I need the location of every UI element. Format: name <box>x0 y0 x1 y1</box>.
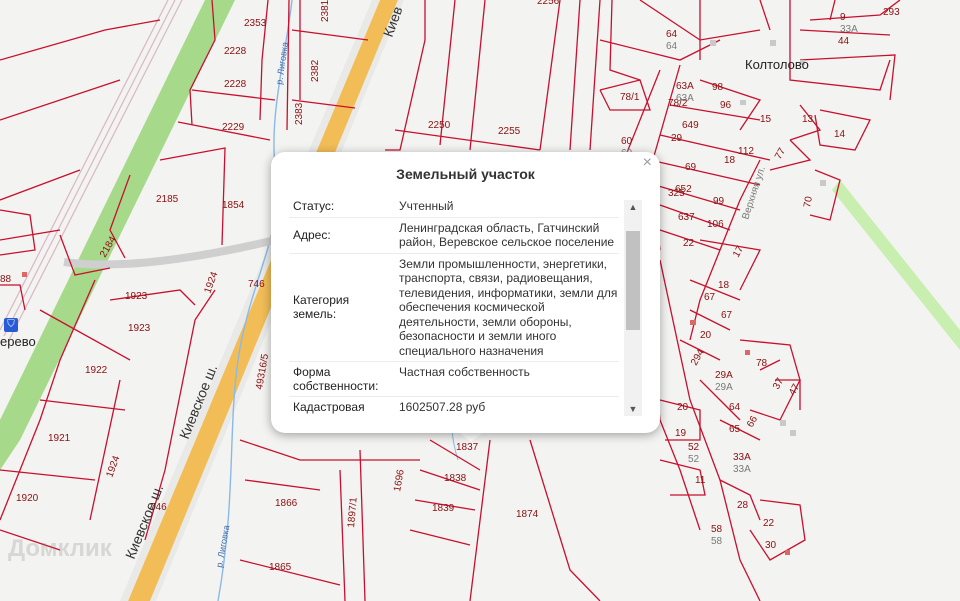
plot-number-label[interactable]: 22 <box>683 238 695 249</box>
plot-number-label[interactable]: 29А <box>715 370 733 381</box>
info-key-status: Статус: <box>293 199 335 214</box>
plot-number-label[interactable]: 637 <box>678 212 695 223</box>
plot-number-label[interactable]: 78/1 <box>620 92 640 103</box>
plot-number-label[interactable]: 65 <box>729 424 741 435</box>
info-row-status: Статус: Учтенный <box>289 196 619 218</box>
info-value-address: Ленинградская область, Гатчинский район,… <box>399 220 615 250</box>
plot-number-label[interactable]: 78 <box>756 358 768 369</box>
plot-number-label[interactable]: 649 <box>682 120 699 131</box>
plot-number-label[interactable]: 325 <box>668 188 685 199</box>
plot-number-label[interactable]: 19 <box>675 428 687 439</box>
popup-scrollbar[interactable]: ▲ ▼ <box>624 200 642 416</box>
plot-number-label[interactable]: 1838 <box>444 473 467 484</box>
plot-number-label[interactable]: 1866 <box>275 498 298 509</box>
plot-number-label[interactable]: 2229 <box>222 122 245 133</box>
plot-number-label[interactable]: 1837 <box>456 442 479 453</box>
plot-number-label[interactable]: 18 <box>718 280 730 291</box>
plot-number-label[interactable]: 2250 <box>428 120 451 131</box>
info-key-address: Адрес: <box>293 228 331 242</box>
address-number-label: 58 <box>711 536 723 547</box>
info-value-ownership: Частная собственность <box>399 365 530 379</box>
plot-number-label[interactable]: 14 <box>834 129 846 140</box>
plot-number-label[interactable]: 58 <box>711 524 723 535</box>
plot-number-label[interactable]: 9 <box>840 12 846 23</box>
info-row-address: Адрес: Ленинградская область, Гатчинский… <box>289 218 619 254</box>
plot-number-label[interactable]: 28 <box>737 500 749 511</box>
info-key-land-category: Категория земель: <box>293 293 350 322</box>
plot-number-label[interactable]: 69 <box>685 162 697 173</box>
plot-number-label[interactable]: 67 <box>721 310 733 321</box>
plot-number-label[interactable]: 67 <box>704 292 716 303</box>
plot-number-label[interactable]: 44 <box>838 36 850 47</box>
plot-number-label[interactable]: 96 <box>720 100 732 111</box>
plot-number-label[interactable]: 33А <box>733 452 751 463</box>
plot-number-label[interactable]: 1854 <box>222 200 245 211</box>
popup-title: Земельный участок <box>396 166 535 182</box>
place-label-verevo: ерево <box>0 334 36 349</box>
plot-number-label[interactable]: 2255 <box>498 126 521 137</box>
plot-number-label[interactable]: 20 <box>677 402 689 413</box>
plot-number-label[interactable]: 18 <box>724 155 736 166</box>
train-station-icon[interactable]: ⛉ <box>4 318 18 332</box>
plot-number-label[interactable]: 22 <box>763 518 775 529</box>
plot-number-label[interactable]: 2353 <box>244 18 267 29</box>
plot-number-label[interactable]: 2228 <box>224 46 247 57</box>
plot-number-label[interactable]: 1865 <box>269 562 292 573</box>
plot-number-label[interactable]: 106 <box>707 219 724 230</box>
plot-number-label[interactable]: 1 <box>0 0 6 3</box>
info-value-cadastral-value: 1602507.28 руб <box>399 400 486 414</box>
plot-number-label[interactable]: 2185 <box>156 194 179 205</box>
plot-number-label[interactable]: 2256 <box>537 0 560 7</box>
plot-number-label[interactable]: 2382 <box>310 59 321 82</box>
address-number-label: 63А <box>676 93 694 104</box>
plot-number-label[interactable]: 1923 <box>128 323 151 334</box>
plot-number-label[interactable]: 52 <box>688 442 700 453</box>
plot-number-label[interactable]: 1923 <box>125 291 148 302</box>
plot-number-label[interactable]: 15 <box>760 114 772 125</box>
info-value-land-category: Земли промышленности, энергетики, трансп… <box>399 256 618 358</box>
popup-info-table: Статус: Учтенный Адрес: Ленинградская об… <box>289 196 619 418</box>
plot-number-label[interactable]: 64 <box>729 402 741 413</box>
scroll-thumb[interactable] <box>626 231 640 330</box>
plot-number-label[interactable]: 88 <box>0 274 12 285</box>
plot-number-label[interactable]: 746 <box>248 279 265 290</box>
address-number-label: 29А <box>715 382 733 393</box>
info-row-cadastral-value: Кадастровая стоимость: 1602507.28 руб <box>289 397 619 418</box>
domclick-watermark: Домклик <box>8 535 112 562</box>
plot-number-label[interactable]: 30 <box>765 540 777 551</box>
address-number-label: 64 <box>666 41 678 52</box>
plot-number-label[interactable]: 99 <box>713 196 725 207</box>
plot-number-label[interactable]: 20 <box>700 330 712 341</box>
scroll-up-icon[interactable]: ▲ <box>624 200 642 214</box>
plot-number-label[interactable]: 2381 <box>320 0 331 22</box>
plot-number-label[interactable]: 1839 <box>432 503 455 514</box>
plot-number-label[interactable]: 63А <box>676 81 694 92</box>
info-key-ownership: Форма собственности: <box>293 365 379 393</box>
land-plot-popup: × Земельный участок Статус: Учтенный Адр… <box>271 152 660 433</box>
plot-number-label[interactable]: 60 <box>621 136 633 147</box>
plot-number-label[interactable]: 2383 <box>294 102 305 125</box>
address-number-label: 33А <box>840 24 858 35</box>
info-row-ownership: Форма собственности: Частная собственнос… <box>289 362 619 397</box>
plot-number-label[interactable]: 1920 <box>16 493 39 504</box>
info-row-land-category: Категория земель: Земли промышленности, … <box>289 254 619 362</box>
plot-number-label[interactable]: 13 <box>802 114 814 125</box>
address-number-label: 52 <box>688 454 700 465</box>
plot-number-label[interactable]: 1922 <box>85 365 108 376</box>
plot-number-label[interactable]: 1874 <box>516 509 539 520</box>
plot-number-label[interactable]: 293 <box>883 7 900 18</box>
plot-number-label[interactable]: 98 <box>712 82 724 93</box>
plot-number-label[interactable]: 11 <box>695 475 706 486</box>
plot-number-label[interactable]: 29 <box>671 133 683 144</box>
plot-number-label[interactable]: 112 <box>738 146 754 157</box>
scroll-down-icon[interactable]: ▼ <box>624 402 642 416</box>
info-key-cadastral-value: Кадастровая стоимость: <box>293 400 365 418</box>
info-value-status: Учтенный <box>399 199 454 213</box>
plot-number-label[interactable]: 64 <box>666 29 678 40</box>
place-label-koltolovo: Колтолово <box>745 57 809 72</box>
plot-number-label[interactable]: 1921 <box>48 433 71 444</box>
plot-number-label[interactable]: 2228 <box>224 79 247 90</box>
address-number-label: 33А <box>733 464 751 475</box>
